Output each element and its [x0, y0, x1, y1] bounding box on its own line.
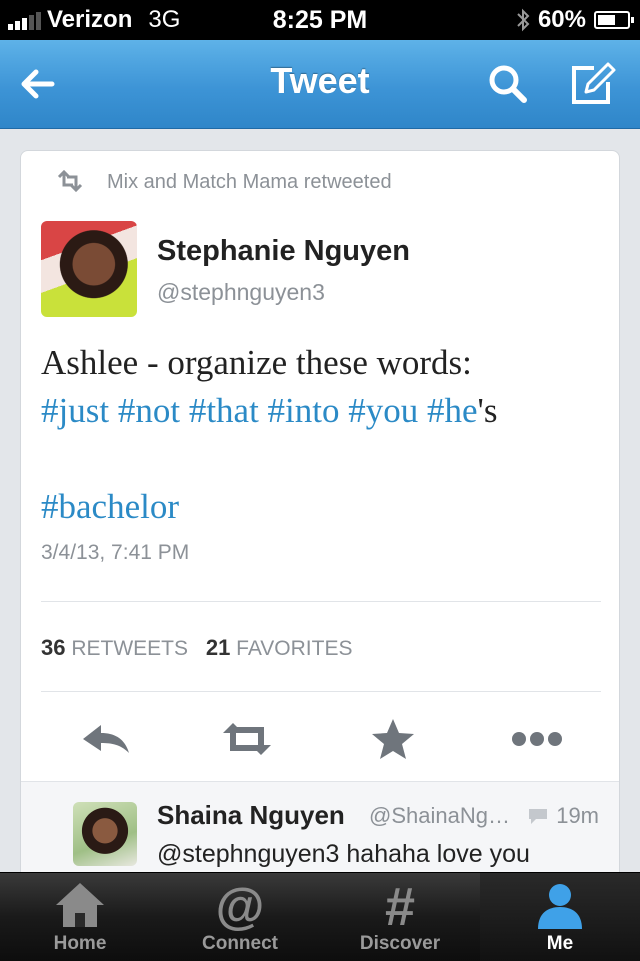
tab-me[interactable]: Me	[480, 873, 640, 961]
hashtag-link[interactable]: #not	[118, 391, 180, 430]
tweet-text: Ashlee - organize these words: #just #no…	[41, 339, 611, 531]
tweet-actions	[21, 711, 621, 767]
hash-icon: #	[385, 879, 415, 931]
tweet-card: Mix and Match Mama retweeted Stephanie N…	[20, 150, 621, 892]
reply-time: 19m	[526, 803, 599, 829]
divider	[41, 601, 601, 602]
favorite-button[interactable]	[363, 711, 423, 767]
hashtag-link[interactable]: #he	[427, 391, 478, 430]
retweet-icon	[223, 723, 271, 755]
tweet-stats: 36 RETWEETS 21 FAVORITES	[41, 635, 352, 661]
search-button[interactable]	[482, 58, 534, 110]
tab-label: Discover	[359, 933, 441, 954]
retweet-button[interactable]	[217, 711, 277, 767]
reply-author-handle: @ShainaNg…	[369, 803, 510, 828]
tweet-hashtag-line: #bachelor	[41, 483, 611, 531]
reply-icon	[83, 725, 129, 753]
reply-button[interactable]	[77, 711, 137, 767]
hashtag-link[interactable]: #bachelor	[41, 487, 179, 526]
svg-text:#: #	[385, 879, 415, 931]
status-bar: Verizon 3G 8:25 PM 60%	[0, 0, 640, 40]
favorite-stat[interactable]: 21 FAVORITES	[205, 635, 353, 660]
divider	[41, 691, 601, 692]
bluetooth-icon	[517, 8, 530, 32]
tab-label: Connect	[202, 933, 278, 954]
at-icon: @	[216, 879, 265, 931]
tab-home[interactable]: Home	[0, 873, 160, 961]
tab-label: Home	[53, 933, 107, 954]
search-icon	[489, 65, 527, 103]
more-button[interactable]	[507, 711, 567, 767]
tweet-hashtag-line: #just #not #that #into #you #he's	[41, 387, 611, 435]
nav-title: Tweet	[270, 60, 370, 101]
retweeted-by-label: Mix and Match Mama retweeted	[107, 171, 392, 193]
hashtag-link[interactable]: #you	[348, 391, 418, 430]
more-dots-icon	[512, 732, 562, 746]
tab-discover[interactable]: # Discover	[320, 873, 480, 961]
retweet-small-icon	[57, 169, 83, 193]
tab-bar: Home @ Connect # Discover Me	[0, 872, 640, 961]
reply-text: @stephnguyen3 hahaha love you	[157, 840, 530, 868]
nav-bar: Tweet	[0, 40, 640, 129]
retweeted-by[interactable]: Mix and Match Mama retweeted	[57, 169, 392, 194]
star-icon	[372, 719, 414, 759]
hashtag-link[interactable]: #into	[268, 391, 340, 430]
retweet-count: 36	[41, 635, 66, 660]
retweet-stat[interactable]: 36 RETWEETS	[41, 635, 194, 660]
author-avatar[interactable]	[41, 221, 137, 317]
battery-icon	[594, 11, 634, 29]
conversation-bubble-icon	[529, 809, 548, 824]
reply-time-label: 19m	[556, 803, 599, 828]
tweet-text-suffix: 's	[477, 391, 498, 430]
reply-avatar[interactable]	[73, 802, 137, 866]
compose-icon	[572, 62, 616, 104]
author-handle[interactable]: @stephnguyen3	[157, 279, 325, 306]
tab-label: Me	[546, 933, 574, 954]
battery-percent: 60%	[537, 6, 586, 33]
compose-button[interactable]	[566, 58, 618, 110]
favorite-stat-label: FAVORITES	[236, 637, 353, 660]
retweet-stat-label: RETWEETS	[71, 637, 188, 660]
hashtag-link[interactable]: #that	[189, 391, 259, 430]
favorite-count: 21	[205, 635, 231, 660]
reply-author-name[interactable]: Shaina Nguyen	[157, 800, 345, 831]
tweet-timestamp: 3/4/13, 7:41 PM	[41, 541, 190, 564]
person-icon	[538, 884, 582, 929]
tab-connect[interactable]: @ Connect	[160, 873, 320, 961]
hashtag-link[interactable]: #just	[41, 391, 109, 430]
home-icon	[56, 883, 104, 927]
svg-text:@: @	[216, 879, 265, 931]
tweet-text-line: Ashlee - organize these words:	[41, 343, 472, 382]
author-name[interactable]: Stephanie Nguyen	[157, 235, 410, 268]
status-right: 60%	[516, 6, 634, 34]
